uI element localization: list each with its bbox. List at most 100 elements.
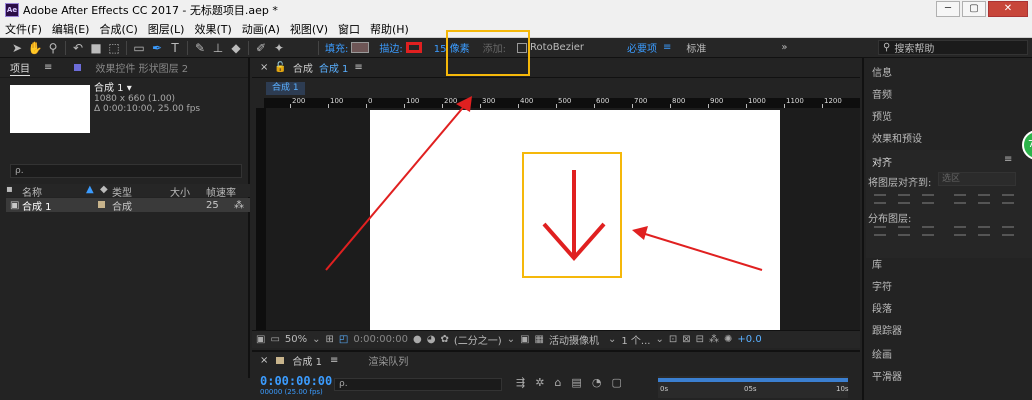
fast-previews-icon[interactable]: ⊠ xyxy=(682,334,690,345)
panel-menu-icon[interactable]: ≡ xyxy=(330,355,338,366)
panel-library[interactable]: 库 xyxy=(872,256,882,271)
motion-blur-icon[interactable]: ◔ xyxy=(592,376,602,389)
workspace-essentials[interactable]: 必要项 xyxy=(627,40,657,55)
timeline-search-input[interactable]: ρ. xyxy=(334,378,502,391)
column-type[interactable]: 类型 xyxy=(112,184,170,199)
distribute-vcenter-icon[interactable] xyxy=(898,226,910,236)
menu-view[interactable]: 视图(V) xyxy=(285,21,333,37)
table-row[interactable]: ▣ 合成 1 合成 25 ⁂ xyxy=(6,198,250,213)
distribute-bottom-icon[interactable] xyxy=(922,226,934,236)
camera-dropdown[interactable]: 活动摄像机 xyxy=(549,332,599,347)
menu-edit[interactable]: 编辑(E) xyxy=(47,21,95,37)
shy-layers-icon[interactable]: ⌂ xyxy=(554,376,561,389)
minimize-button[interactable]: ─ xyxy=(936,1,960,17)
brush-tool-icon[interactable]: ✎ xyxy=(191,40,209,56)
distribute-hcenter-icon[interactable] xyxy=(978,226,990,236)
workspace-menu-icon[interactable]: ≡ xyxy=(663,42,671,53)
pen-tool-icon[interactable]: ✒ xyxy=(148,40,166,56)
align-left-icon[interactable] xyxy=(874,194,886,204)
panel-character[interactable]: 字符 xyxy=(872,278,892,293)
puppet-pin-tool-icon[interactable]: ✦ xyxy=(270,40,288,56)
color-channel-icon[interactable]: ✿ xyxy=(441,334,449,345)
frame-blending-icon[interactable]: ▤ xyxy=(571,376,581,389)
menu-effect[interactable]: 效果(T) xyxy=(189,21,236,37)
align-target-dropdown[interactable]: 选区 xyxy=(938,172,1016,186)
panel-align-title[interactable]: 对齐 xyxy=(872,154,892,169)
mask-visibility-icon[interactable]: ◰ xyxy=(339,334,348,345)
toggle-pixel-aspect-icon[interactable]: ⊡ xyxy=(669,334,677,345)
distribute-top-icon[interactable] xyxy=(874,226,886,236)
views-dropdown[interactable]: 1 个... xyxy=(621,332,650,347)
pan-behind-tool-icon[interactable]: ⬚ xyxy=(105,40,123,56)
graph-editor-icon[interactable]: ▢ xyxy=(611,376,621,389)
flowchart-icon[interactable]: ⁂ xyxy=(234,200,244,211)
project-search-input[interactable]: ρ. xyxy=(10,164,242,178)
type-tool-icon[interactable]: T xyxy=(166,40,184,56)
panel-menu-icon[interactable]: ≡ xyxy=(44,62,52,73)
tab-project[interactable]: 项目 xyxy=(10,60,30,76)
distribute-right-icon[interactable] xyxy=(1002,226,1014,236)
rectangle-tool-icon[interactable]: ▭ xyxy=(130,40,148,56)
column-fps[interactable]: 帧速率 xyxy=(206,184,246,199)
menu-composition[interactable]: 合成(C) xyxy=(94,21,142,37)
panel-smoother[interactable]: 平滑器 xyxy=(872,368,902,383)
flowchart-icon[interactable]: ⁂ xyxy=(709,334,719,345)
panel-effects-presets[interactable]: 效果和预设 xyxy=(872,130,922,145)
exposure-reset-icon[interactable]: ✺ xyxy=(724,334,732,345)
draft-3d-icon[interactable]: ✲ xyxy=(535,376,544,389)
transparency-grid-icon[interactable]: ▦ xyxy=(535,334,544,345)
comp-info-name[interactable]: 合成 1 ▾ xyxy=(94,84,200,94)
align-bottom-icon[interactable] xyxy=(1002,194,1014,204)
menu-window[interactable]: 窗口 xyxy=(333,21,365,37)
panel-paint[interactable]: 绘画 xyxy=(872,346,892,361)
work-area-bar[interactable] xyxy=(658,378,848,382)
close-tab-icon[interactable]: × xyxy=(260,62,268,73)
distribute-left-icon[interactable] xyxy=(954,226,966,236)
menu-layer[interactable]: 图层(L) xyxy=(143,21,190,37)
snapshot-icon[interactable]: ▣ xyxy=(256,334,265,345)
fill-color-swatch[interactable] xyxy=(351,42,370,53)
tab-composition[interactable]: 合成 1 xyxy=(319,60,349,75)
close-tab-icon[interactable]: × xyxy=(260,355,268,366)
panel-menu-icon[interactable]: ≡ xyxy=(354,62,362,73)
comp-navigator-tab[interactable]: 合成 1 xyxy=(266,82,305,95)
sort-asc-icon[interactable]: ▲ xyxy=(86,184,100,197)
stroke-label[interactable]: 描边: xyxy=(379,40,402,55)
column-name[interactable]: 名称 xyxy=(22,184,86,199)
selection-tool-icon[interactable]: ➤ xyxy=(8,40,26,56)
zoom-tool-icon[interactable]: ⚲ xyxy=(44,40,62,56)
fill-label[interactable]: 填充: xyxy=(325,40,348,55)
camera-snapshot-icon[interactable]: ● xyxy=(413,334,422,345)
panel-paragraph[interactable]: 段落 xyxy=(872,300,892,315)
timeline-icon[interactable]: ⊟ xyxy=(696,334,704,345)
hand-tool-icon[interactable]: ✋ xyxy=(26,40,44,56)
eraser-tool-icon[interactable]: ◆ xyxy=(227,40,245,56)
viewer-timecode[interactable]: 0:00:00:00 xyxy=(353,334,408,345)
menu-help[interactable]: 帮助(H) xyxy=(365,21,414,37)
resolution-dropdown[interactable]: (二分之一) xyxy=(454,332,502,347)
panel-menu-icon[interactable]: ≡ xyxy=(1004,154,1012,165)
workspace-standard[interactable]: 标准 xyxy=(686,40,706,55)
maximize-button[interactable]: ▢ xyxy=(962,1,986,17)
rotate-tool-icon[interactable]: ↶ xyxy=(69,40,87,56)
help-search-field[interactable]: ⚲ 搜索帮助 xyxy=(878,40,1028,55)
align-top-icon[interactable] xyxy=(954,194,966,204)
align-hcenter-icon[interactable] xyxy=(898,194,910,204)
panel-tracker[interactable]: 跟踪器 xyxy=(872,322,902,337)
menu-file[interactable]: 文件(F) xyxy=(0,21,47,37)
more-workspaces-icon[interactable]: » xyxy=(781,42,787,53)
tab-effect-controls[interactable]: 效果控件 形状图层 2 xyxy=(95,60,188,75)
stroke-color-swatch[interactable] xyxy=(405,42,422,53)
zoom-dropdown[interactable]: 50% xyxy=(285,334,307,345)
panel-preview[interactable]: 预览 xyxy=(872,108,892,123)
tab-render-queue[interactable]: 渲染队列 xyxy=(368,353,408,368)
close-button[interactable]: ✕ xyxy=(988,1,1028,17)
align-vcenter-icon[interactable] xyxy=(978,194,990,204)
roto-brush-tool-icon[interactable]: ✐ xyxy=(252,40,270,56)
monitor-icon[interactable]: ▭ xyxy=(270,334,279,345)
panel-audio[interactable]: 音频 xyxy=(872,86,892,101)
show-snapshot-icon[interactable]: ◕ xyxy=(427,334,436,345)
comp-mini-flowchart-icon[interactable]: ⇶ xyxy=(516,376,525,389)
column-size[interactable]: 大小 xyxy=(170,184,206,199)
tab-timeline-comp[interactable]: 合成 1 xyxy=(292,353,322,368)
